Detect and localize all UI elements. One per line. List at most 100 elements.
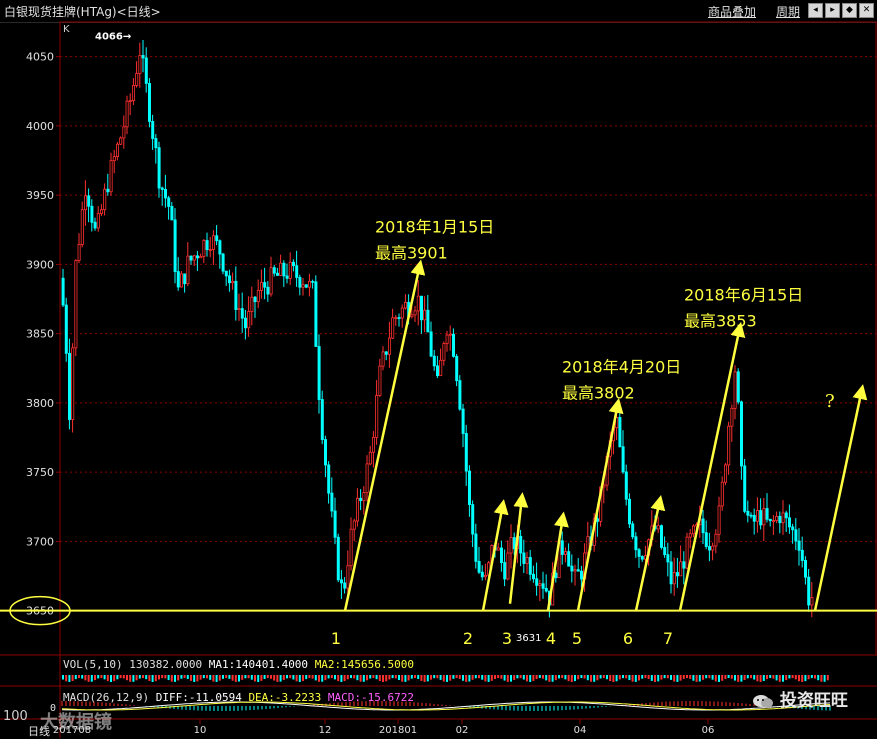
volume-bar (798, 675, 800, 682)
candle-body (663, 546, 667, 556)
volume-bar (369, 675, 372, 679)
trend-arrow (813, 384, 868, 611)
candle-body (573, 569, 577, 572)
low-number-1: 1 (331, 629, 341, 648)
candle-body (429, 331, 433, 357)
candle-body (378, 365, 382, 396)
volume-bar (785, 675, 788, 681)
volume-bar (340, 675, 343, 682)
volume-bar (750, 675, 752, 679)
candle-body (154, 138, 158, 149)
volume-bar (615, 675, 618, 682)
candle-body (240, 308, 244, 319)
volume-bar (484, 675, 487, 682)
annotation-date: 2018年6月15日 (684, 286, 803, 305)
volume-bar (791, 675, 794, 679)
volume-bar (135, 675, 138, 681)
volume-bar (62, 675, 64, 680)
candle-body (477, 560, 481, 573)
volume-bar (142, 675, 144, 679)
volume-bar (151, 675, 154, 682)
volume-bar (206, 675, 208, 679)
volume-bar (231, 675, 234, 681)
volume-bar (695, 675, 698, 682)
candle-body (291, 261, 295, 267)
volume-bar (494, 675, 496, 679)
candle-body (96, 213, 100, 229)
volume-bar (228, 675, 231, 679)
volume-bar (497, 675, 500, 679)
low-number-5: 5 (572, 629, 582, 648)
candle-body (656, 525, 660, 530)
candle-body (103, 188, 107, 211)
candle-body (192, 255, 196, 261)
candle-body (119, 137, 123, 145)
macd-value: MACD:-15.6722 (327, 691, 415, 704)
candle-body (243, 317, 247, 329)
volume-bar (583, 675, 586, 679)
candle-body (458, 380, 462, 410)
trend-arrow (576, 397, 624, 611)
candle-body (445, 334, 449, 344)
volume-bar (103, 675, 106, 680)
volume-bar (308, 675, 311, 679)
volume-bar (426, 675, 429, 682)
volume-value: 130382.0000 (129, 658, 203, 671)
volume-bar (586, 675, 589, 681)
candle-body (474, 533, 478, 562)
volume-bar (478, 675, 480, 679)
candle-body (704, 532, 708, 547)
candle-body (138, 55, 142, 74)
candle-body (400, 307, 404, 319)
candle-body (282, 262, 286, 277)
volume-bar (657, 675, 660, 682)
candle-body (64, 304, 68, 354)
volume-bar (276, 675, 279, 682)
volume-bar (474, 675, 477, 679)
candle-body (512, 537, 516, 550)
volume-bar (462, 675, 464, 681)
candle-body (794, 529, 798, 542)
candle-body (218, 240, 222, 255)
candle-body (621, 446, 625, 473)
volume-ma1: MA1:140401.4000 (208, 658, 309, 671)
candle-body (634, 536, 638, 551)
volume-bar (126, 675, 128, 681)
y-tick-label: 4050 (26, 51, 54, 64)
volume-bar (417, 675, 420, 680)
volume-bar (724, 675, 727, 679)
candle-body (496, 547, 500, 551)
volume-bar (775, 675, 778, 681)
volume-bar (286, 675, 288, 679)
volume-bar (708, 675, 711, 679)
candle-body (736, 371, 740, 403)
volume-bar (94, 675, 96, 681)
candle-body (231, 280, 235, 284)
volume-bar (810, 675, 813, 679)
candle-body (519, 535, 523, 554)
x-tick-label: 04 (574, 725, 587, 736)
candle-body (343, 582, 347, 589)
volume-bar (503, 675, 506, 681)
volume-bar (487, 675, 490, 682)
channel-name: 投资旺旺 (779, 691, 848, 711)
volume-bar (782, 675, 784, 682)
volume-bar (794, 675, 797, 680)
volume-bar (730, 675, 733, 679)
candle-body (307, 280, 311, 288)
volume-bar (356, 675, 359, 681)
trend-arrow (678, 321, 746, 611)
candle-body (714, 533, 718, 547)
macd-label: MACD(26,12,9) (63, 691, 150, 704)
annotation-date: 2018年4月20日 (562, 358, 681, 377)
volume-bar (455, 675, 458, 679)
volume-bar (292, 675, 295, 680)
volume-bar (183, 675, 186, 679)
candle-body (170, 206, 174, 221)
volume-bar (436, 675, 439, 679)
volume-bar (654, 675, 656, 682)
volume-bar (506, 675, 509, 682)
volume-bar (673, 675, 676, 682)
candle-body (112, 156, 116, 162)
volume-bar (263, 675, 266, 679)
